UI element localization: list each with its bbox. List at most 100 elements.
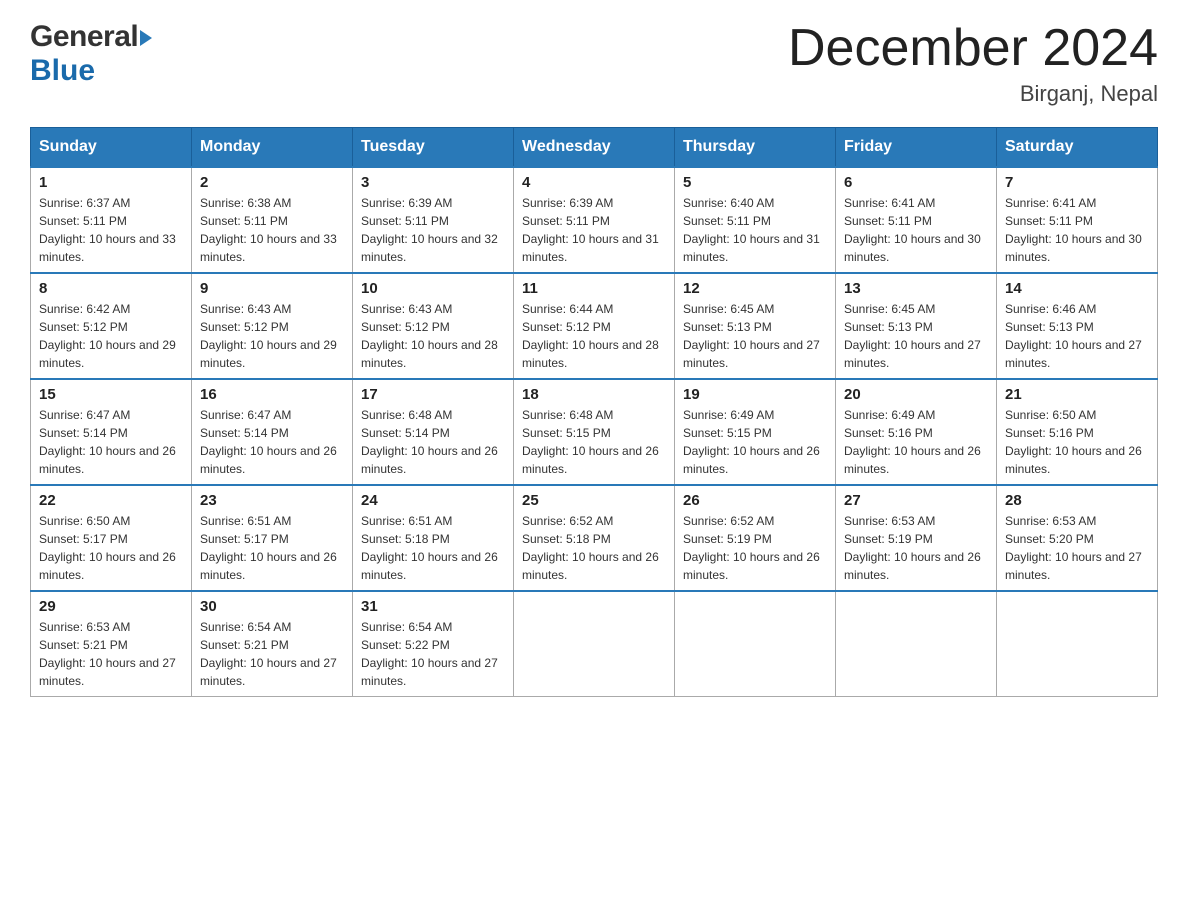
day-info: Sunrise: 6:46 AM Sunset: 5:13 PM Dayligh… [1005,300,1149,372]
day-info: Sunrise: 6:45 AM Sunset: 5:13 PM Dayligh… [683,300,827,372]
day-info: Sunrise: 6:42 AM Sunset: 5:12 PM Dayligh… [39,300,183,372]
col-thursday: Thursday [675,128,836,168]
calendar-week-row: 29 Sunrise: 6:53 AM Sunset: 5:21 PM Dayl… [31,591,1158,697]
day-number: 24 [361,492,505,509]
col-friday: Friday [836,128,997,168]
table-row: 2 Sunrise: 6:38 AM Sunset: 5:11 PM Dayli… [192,167,353,273]
day-info: Sunrise: 6:40 AM Sunset: 5:11 PM Dayligh… [683,194,827,266]
day-number: 21 [1005,386,1149,403]
calendar-week-row: 15 Sunrise: 6:47 AM Sunset: 5:14 PM Dayl… [31,379,1158,485]
table-row: 27 Sunrise: 6:53 AM Sunset: 5:19 PM Dayl… [836,485,997,591]
day-info: Sunrise: 6:38 AM Sunset: 5:11 PM Dayligh… [200,194,344,266]
day-info: Sunrise: 6:48 AM Sunset: 5:15 PM Dayligh… [522,406,666,478]
table-row: 9 Sunrise: 6:43 AM Sunset: 5:12 PM Dayli… [192,273,353,379]
day-number: 15 [39,386,183,403]
table-row: 5 Sunrise: 6:40 AM Sunset: 5:11 PM Dayli… [675,167,836,273]
page-header: General Blue December 2024 Birganj, Nepa… [30,20,1158,107]
table-row: 10 Sunrise: 6:43 AM Sunset: 5:12 PM Dayl… [353,273,514,379]
table-row: 25 Sunrise: 6:52 AM Sunset: 5:18 PM Dayl… [514,485,675,591]
month-title: December 2024 [788,20,1158,77]
day-info: Sunrise: 6:50 AM Sunset: 5:17 PM Dayligh… [39,512,183,584]
day-number: 4 [522,174,666,191]
day-info: Sunrise: 6:48 AM Sunset: 5:14 PM Dayligh… [361,406,505,478]
day-number: 22 [39,492,183,509]
day-info: Sunrise: 6:43 AM Sunset: 5:12 PM Dayligh… [361,300,505,372]
table-row: 14 Sunrise: 6:46 AM Sunset: 5:13 PM Dayl… [997,273,1158,379]
day-number: 5 [683,174,827,191]
day-number: 23 [200,492,344,509]
day-info: Sunrise: 6:41 AM Sunset: 5:11 PM Dayligh… [1005,194,1149,266]
table-row [836,591,997,697]
calendar-week-row: 22 Sunrise: 6:50 AM Sunset: 5:17 PM Dayl… [31,485,1158,591]
table-row: 17 Sunrise: 6:48 AM Sunset: 5:14 PM Dayl… [353,379,514,485]
day-info: Sunrise: 6:50 AM Sunset: 5:16 PM Dayligh… [1005,406,1149,478]
table-row: 8 Sunrise: 6:42 AM Sunset: 5:12 PM Dayli… [31,273,192,379]
day-info: Sunrise: 6:47 AM Sunset: 5:14 PM Dayligh… [200,406,344,478]
day-number: 13 [844,280,988,297]
day-number: 14 [1005,280,1149,297]
table-row: 1 Sunrise: 6:37 AM Sunset: 5:11 PM Dayli… [31,167,192,273]
table-row: 30 Sunrise: 6:54 AM Sunset: 5:21 PM Dayl… [192,591,353,697]
day-number: 9 [200,280,344,297]
table-row: 22 Sunrise: 6:50 AM Sunset: 5:17 PM Dayl… [31,485,192,591]
day-info: Sunrise: 6:51 AM Sunset: 5:17 PM Dayligh… [200,512,344,584]
day-info: Sunrise: 6:41 AM Sunset: 5:11 PM Dayligh… [844,194,988,266]
day-number: 17 [361,386,505,403]
logo-blue-text: Blue [30,54,152,88]
day-info: Sunrise: 6:53 AM Sunset: 5:19 PM Dayligh… [844,512,988,584]
day-number: 12 [683,280,827,297]
calendar-table: Sunday Monday Tuesday Wednesday Thursday… [30,127,1158,697]
table-row: 6 Sunrise: 6:41 AM Sunset: 5:11 PM Dayli… [836,167,997,273]
day-number: 20 [844,386,988,403]
day-number: 16 [200,386,344,403]
day-info: Sunrise: 6:44 AM Sunset: 5:12 PM Dayligh… [522,300,666,372]
col-wednesday: Wednesday [514,128,675,168]
day-info: Sunrise: 6:54 AM Sunset: 5:21 PM Dayligh… [200,618,344,690]
day-number: 25 [522,492,666,509]
table-row: 13 Sunrise: 6:45 AM Sunset: 5:13 PM Dayl… [836,273,997,379]
table-row: 24 Sunrise: 6:51 AM Sunset: 5:18 PM Dayl… [353,485,514,591]
location: Birganj, Nepal [788,81,1158,107]
table-row [997,591,1158,697]
day-number: 19 [683,386,827,403]
table-row: 26 Sunrise: 6:52 AM Sunset: 5:19 PM Dayl… [675,485,836,591]
day-number: 18 [522,386,666,403]
table-row: 29 Sunrise: 6:53 AM Sunset: 5:21 PM Dayl… [31,591,192,697]
table-row [514,591,675,697]
day-info: Sunrise: 6:49 AM Sunset: 5:15 PM Dayligh… [683,406,827,478]
table-row: 11 Sunrise: 6:44 AM Sunset: 5:12 PM Dayl… [514,273,675,379]
day-number: 7 [1005,174,1149,191]
day-number: 28 [1005,492,1149,509]
day-number: 30 [200,598,344,615]
day-number: 29 [39,598,183,615]
table-row: 20 Sunrise: 6:49 AM Sunset: 5:16 PM Dayl… [836,379,997,485]
day-info: Sunrise: 6:37 AM Sunset: 5:11 PM Dayligh… [39,194,183,266]
day-number: 11 [522,280,666,297]
table-row: 23 Sunrise: 6:51 AM Sunset: 5:17 PM Dayl… [192,485,353,591]
title-section: December 2024 Birganj, Nepal [788,20,1158,107]
table-row: 12 Sunrise: 6:45 AM Sunset: 5:13 PM Dayl… [675,273,836,379]
day-number: 2 [200,174,344,191]
day-info: Sunrise: 6:45 AM Sunset: 5:13 PM Dayligh… [844,300,988,372]
table-row [675,591,836,697]
table-row: 19 Sunrise: 6:49 AM Sunset: 5:15 PM Dayl… [675,379,836,485]
day-number: 1 [39,174,183,191]
day-info: Sunrise: 6:51 AM Sunset: 5:18 PM Dayligh… [361,512,505,584]
table-row: 3 Sunrise: 6:39 AM Sunset: 5:11 PM Dayli… [353,167,514,273]
day-info: Sunrise: 6:52 AM Sunset: 5:18 PM Dayligh… [522,512,666,584]
table-row: 16 Sunrise: 6:47 AM Sunset: 5:14 PM Dayl… [192,379,353,485]
day-number: 6 [844,174,988,191]
day-info: Sunrise: 6:53 AM Sunset: 5:20 PM Dayligh… [1005,512,1149,584]
day-number: 8 [39,280,183,297]
day-number: 3 [361,174,505,191]
day-info: Sunrise: 6:47 AM Sunset: 5:14 PM Dayligh… [39,406,183,478]
col-sunday: Sunday [31,128,192,168]
calendar-week-row: 1 Sunrise: 6:37 AM Sunset: 5:11 PM Dayli… [31,167,1158,273]
col-saturday: Saturday [997,128,1158,168]
table-row: 15 Sunrise: 6:47 AM Sunset: 5:14 PM Dayl… [31,379,192,485]
table-row: 18 Sunrise: 6:48 AM Sunset: 5:15 PM Dayl… [514,379,675,485]
table-row: 21 Sunrise: 6:50 AM Sunset: 5:16 PM Dayl… [997,379,1158,485]
col-monday: Monday [192,128,353,168]
day-info: Sunrise: 6:54 AM Sunset: 5:22 PM Dayligh… [361,618,505,690]
day-number: 27 [844,492,988,509]
